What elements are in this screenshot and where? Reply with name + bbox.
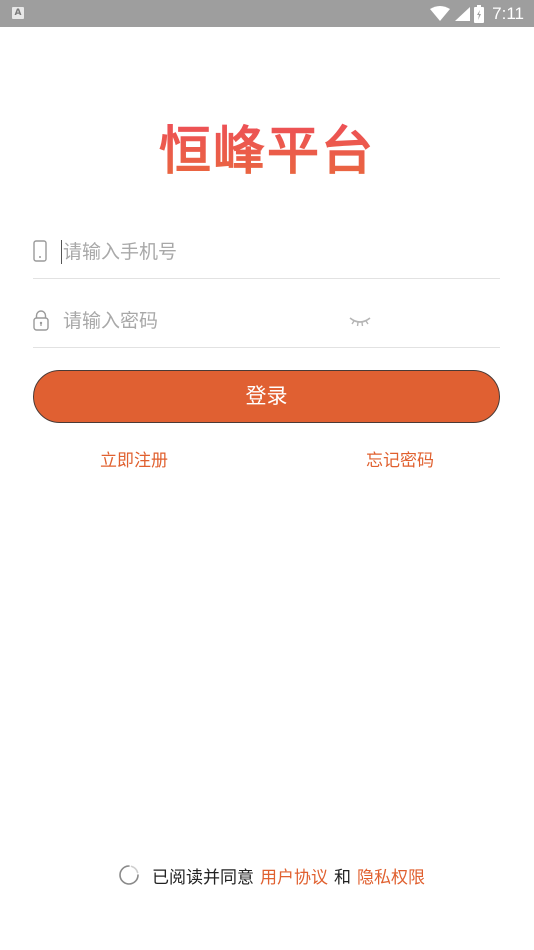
user-agreement-link[interactable]: 用户协议: [260, 863, 328, 888]
forgot-password-link[interactable]: 忘记密码: [366, 446, 434, 471]
agreement-prefix: 已阅读并同意: [152, 867, 254, 888]
wifi-icon: [430, 5, 451, 22]
password-field: [33, 297, 500, 348]
status-bar: A 7:11: [0, 0, 534, 27]
login-button[interactable]: 登录: [33, 370, 500, 423]
privacy-link[interactable]: 隐私权限: [357, 863, 425, 888]
agree-checkbox-icon[interactable]: [118, 864, 140, 886]
agreement-row: 已阅读并同意 用户协议 和 隐私权限: [118, 860, 431, 890]
lock-icon: [33, 309, 49, 331]
text-caret: [61, 240, 62, 264]
phone-field: [33, 228, 500, 279]
phone-icon: [33, 240, 47, 262]
agreement-conjunction: 和: [334, 867, 351, 888]
phone-input[interactable]: [63, 236, 353, 268]
app-title: 恒峰平台: [0, 114, 534, 190]
password-input[interactable]: [63, 305, 353, 337]
status-time: 7:11: [492, 3, 524, 23]
battery-icon: [474, 4, 485, 23]
app-notification-icon: A: [12, 7, 24, 19]
signal-icon: [454, 6, 471, 22]
register-link[interactable]: 立即注册: [100, 446, 168, 471]
status-right-group: 7:11: [430, 0, 524, 27]
eye-closed-icon[interactable]: [349, 312, 371, 327]
